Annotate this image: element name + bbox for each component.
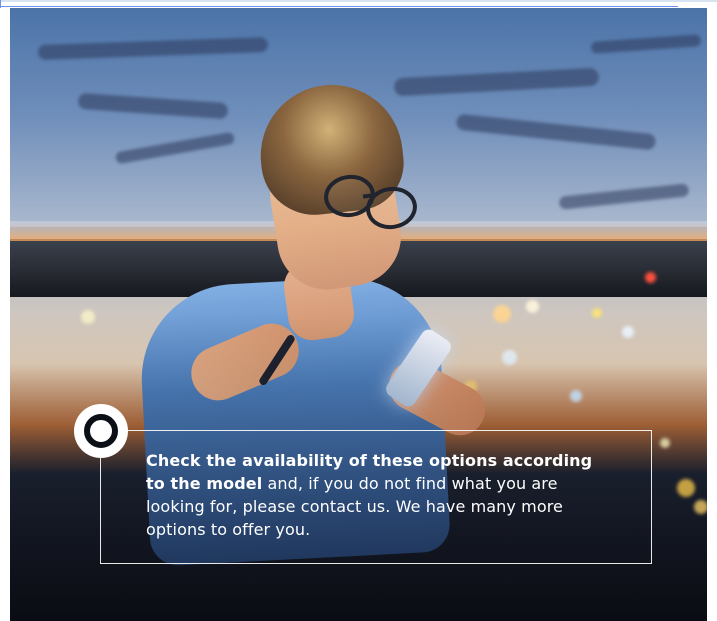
top-border: [0, 0, 717, 8]
circle-logo-icon: [84, 414, 118, 448]
page: Check the availability of these options …: [0, 0, 717, 621]
availability-message: Check the availability of these options …: [146, 449, 616, 541]
